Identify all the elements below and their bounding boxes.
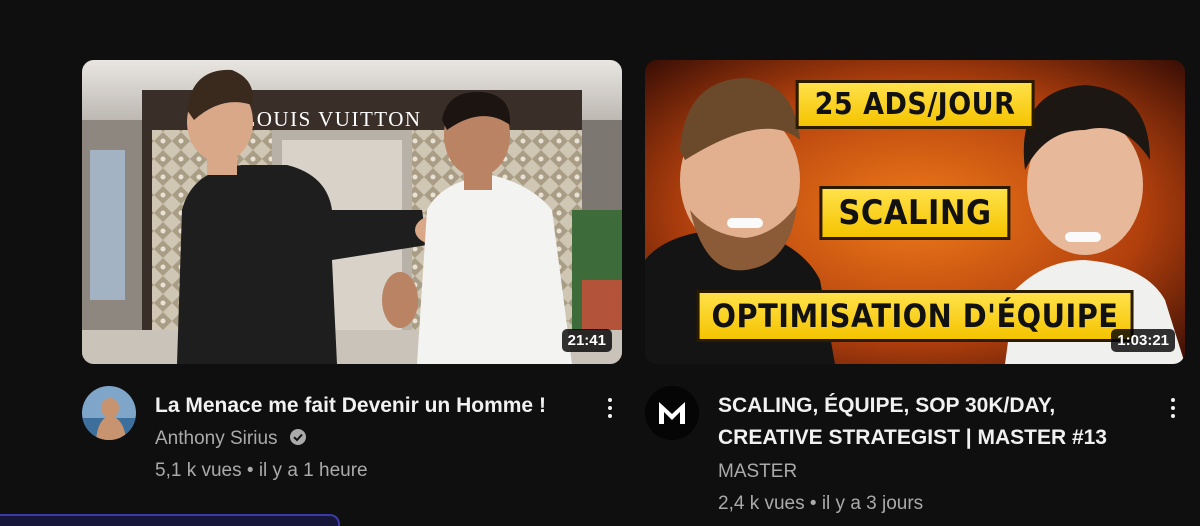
video-duration-2: 1:03:21: [1111, 329, 1175, 352]
more-vert-icon[interactable]: [598, 388, 622, 428]
video-thumbnail-1[interactable]: LOUIS VUITTON 21:41: [82, 60, 622, 364]
video-title-2[interactable]: SCALING, ÉQUIPE, SOP 30K/DAY, CREATIVE S…: [718, 390, 1128, 454]
verified-badge-icon: [289, 429, 306, 445]
video-title-1[interactable]: La Menace me fait Devenir un Homme !: [155, 390, 565, 422]
more-vert-icon[interactable]: [1161, 388, 1185, 428]
bottom-edge-element: [0, 514, 340, 526]
channel-avatar-1[interactable]: [82, 386, 136, 440]
channel-name-text-2[interactable]: MASTER: [718, 461, 797, 482]
avatar-image-1: [82, 386, 136, 440]
thumbnail-sign-text: LOUIS VUITTON: [242, 107, 421, 131]
video-meta-1: La Menace me fait Devenir un Homme ! Ant…: [82, 386, 622, 506]
video-card-1[interactable]: LOUIS VUITTON 21:41 La Menace me fait De…: [82, 60, 622, 506]
thumbnail-banner-2: SCALING: [819, 186, 1011, 240]
channel-name-text-1[interactable]: Anthony Sirius: [155, 428, 278, 449]
channel-name-1[interactable]: Anthony Sirius: [155, 428, 307, 450]
channel-name-2[interactable]: MASTER: [718, 461, 797, 483]
video-card-2[interactable]: 25 ADS/JOUR SCALING OPTIMISATION D'ÉQUIP…: [645, 60, 1185, 514]
master-logo-icon: [659, 402, 685, 424]
video-duration-1: 21:41: [561, 329, 612, 352]
video-thumbnail-2[interactable]: 25 ADS/JOUR SCALING OPTIMISATION D'ÉQUIP…: [645, 60, 1185, 364]
thumbnail-banner-1: 25 ADS/JOUR: [795, 80, 1035, 129]
thumbnail-banner-3: OPTIMISATION D'ÉQUIPE: [696, 290, 1134, 342]
channel-avatar-2[interactable]: [645, 386, 699, 440]
video-meta-2: SCALING, ÉQUIPE, SOP 30K/DAY, CREATIVE S…: [645, 386, 1185, 514]
thumbnail-image-1: LOUIS VUITTON: [82, 60, 622, 364]
video-stats-1: 5,1 k vues • il y a 1 heure: [155, 460, 368, 481]
video-stats-2: 2,4 k vues • il y a 3 jours: [718, 493, 924, 514]
